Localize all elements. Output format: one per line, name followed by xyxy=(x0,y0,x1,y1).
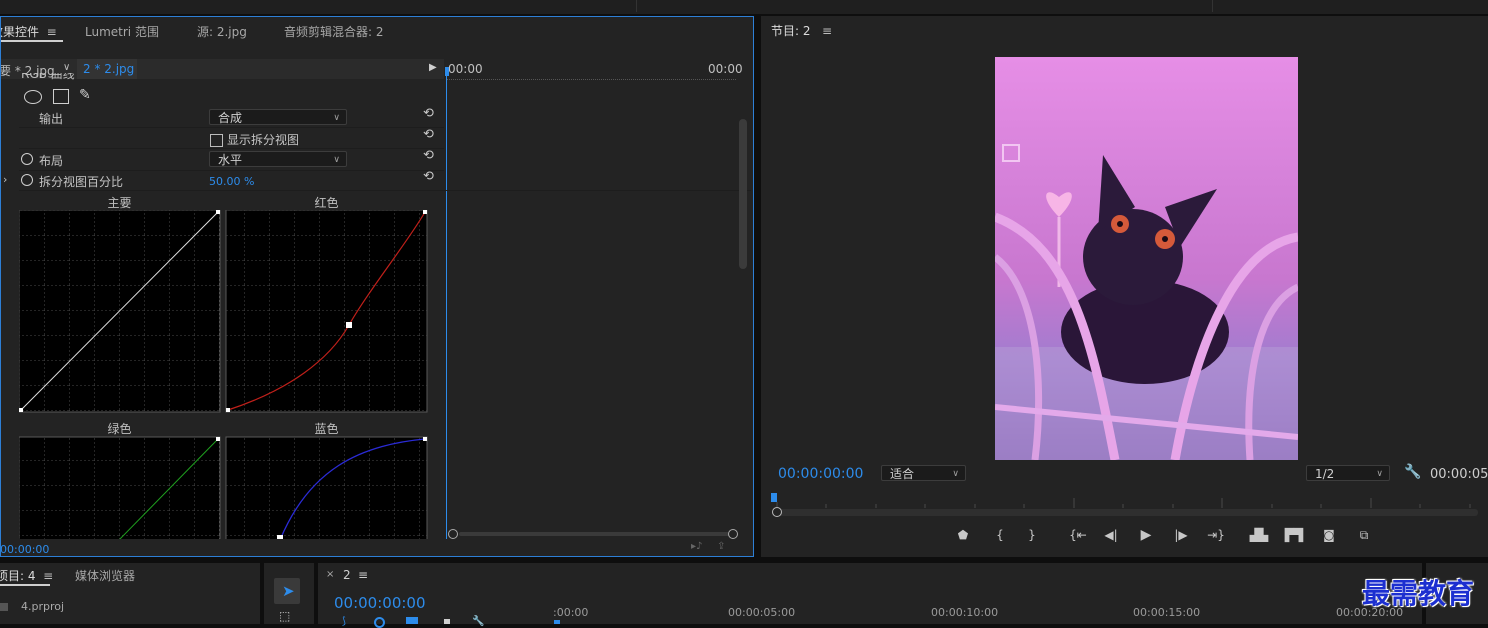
ruler-end: 00:00 xyxy=(708,62,743,76)
stopwatch-icon[interactable] xyxy=(21,174,33,186)
track-select-tool-icon[interactable]: ⬚ xyxy=(279,609,290,623)
mark-out-icon[interactable]: } xyxy=(1022,528,1042,542)
compare-view-icon[interactable]: ⧉ xyxy=(1354,528,1374,543)
linked-selection-icon[interactable] xyxy=(374,617,385,628)
mark-in-icon[interactable]: { xyxy=(990,528,1010,542)
playhead-line xyxy=(446,75,447,545)
selection-tool-button[interactable]: ➤ xyxy=(274,578,300,604)
marker-icon[interactable] xyxy=(444,619,450,624)
split-percent-label: 拆分视图百分比 xyxy=(39,175,124,189)
step-forward-icon[interactable]: |▶ xyxy=(1171,528,1191,542)
audio-only-icon[interactable]: ▸♪ xyxy=(691,541,702,552)
reset-icon[interactable]: ⟲ xyxy=(423,169,434,184)
camera-icon[interactable]: ◙ xyxy=(1319,528,1339,542)
rectangle-mask-icon[interactable] xyxy=(53,89,69,104)
bottom-bar: 00:00:00 ▸♪ ⇪ xyxy=(1,529,753,556)
effect-controls-panel: 效果控件 ≡ Lumetri 范围 源: 2.jpg 音频剪辑混合器: 2 主要… xyxy=(0,16,754,557)
extract-icon[interactable]: ▛▜ xyxy=(1284,528,1304,542)
program-video-frame[interactable] xyxy=(995,57,1298,460)
expand-chevron-icon[interactable]: › xyxy=(3,173,7,186)
sequence-name[interactable]: 2 xyxy=(343,568,351,582)
curve-graphs[interactable] xyxy=(19,210,429,540)
timeline-playhead[interactable] xyxy=(554,620,560,624)
program-zoom-bar[interactable] xyxy=(773,509,1478,516)
pen-mask-icon[interactable]: ✎ xyxy=(79,87,91,103)
top-strip xyxy=(0,0,1488,14)
project-file-name[interactable]: 4.prproj xyxy=(21,600,64,613)
section-header-rgb-curves[interactable]: RGB 曲线 xyxy=(7,73,77,81)
project-file-icon xyxy=(0,603,8,611)
scroll-start-handle[interactable] xyxy=(448,529,458,539)
sequence-timecode[interactable]: 00:00:00:00 xyxy=(334,594,426,612)
tab-effect-controls[interactable]: 效果控件 ≡ xyxy=(1,17,57,47)
horizontal-scrollbar[interactable] xyxy=(459,532,729,536)
stopwatch-icon[interactable] xyxy=(21,153,33,165)
wrench-icon[interactable]: 🔧 xyxy=(1404,464,1421,480)
lift-icon[interactable]: ▟▙ xyxy=(1249,528,1269,542)
play-triangle-icon[interactable]: ▶ xyxy=(429,62,437,73)
tab-lumetri-scopes[interactable]: Lumetri 范围 xyxy=(85,17,159,47)
program-monitor: 节目: 2 ≡ 00:00:00:00 适合 ∨ 1/2 ∨ 🔧 00:00:0… xyxy=(761,16,1488,557)
ruler-label: 00:00:15:00 xyxy=(1133,606,1201,619)
panel-menu-icon[interactable]: ≡ xyxy=(39,569,53,583)
split-view-label: 显示拆分视图 xyxy=(227,133,300,147)
split-percent-value[interactable]: 50.00 % xyxy=(209,175,254,188)
watermark-text: 最需教育 xyxy=(1362,577,1475,610)
layout-dropdown[interactable]: 水平 ∨ xyxy=(209,151,347,167)
tab-media-browser[interactable]: 媒体浏览器 xyxy=(75,563,135,589)
curve-title-red: 红色 xyxy=(314,196,339,210)
fit-dropdown[interactable]: 适合 ∨ xyxy=(881,465,966,481)
program-duration: 00:00:05 xyxy=(1430,467,1488,482)
program-title[interactable]: 节目: 2 ≡ xyxy=(771,16,832,46)
panel-menu-icon[interactable]: ≡ xyxy=(814,24,832,38)
step-back-icon[interactable]: ◀| xyxy=(1101,528,1121,542)
ruler-start: 00:00 xyxy=(448,62,483,76)
play-button[interactable]: ▶ xyxy=(1136,527,1156,543)
ellipse-mask-icon[interactable] xyxy=(24,90,42,104)
clip-current-tab[interactable]: 2 * 2.jpg xyxy=(77,59,137,79)
effect-timecode[interactable]: 00:00:00 xyxy=(1,543,49,556)
panel-menu-icon[interactable]: ≡ xyxy=(43,25,57,39)
ruler-label: 00:00:05:00 xyxy=(728,606,796,619)
add-marker-icon[interactable] xyxy=(406,617,418,624)
scroll-end-handle[interactable] xyxy=(728,529,738,539)
reset-icon[interactable]: ⟲ xyxy=(423,106,434,121)
add-marker-icon[interactable]: ⬟ xyxy=(953,528,973,542)
split-view-checkbox[interactable] xyxy=(210,134,223,147)
ruler-label: 00:00:10:00 xyxy=(931,606,999,619)
tab-audio-clip-mixer[interactable]: 音频剪辑混合器: 2 xyxy=(284,17,384,47)
program-timecode[interactable]: 00:00:00:00 xyxy=(778,466,863,482)
project-panel: 项目: 4 ≡ 媒体浏览器 4.prproj xyxy=(0,563,260,624)
export-icon[interactable]: ⇪ xyxy=(717,541,725,552)
snap-icon[interactable]: ⟆ xyxy=(342,616,346,627)
program-scrub-ruler[interactable] xyxy=(773,494,1478,508)
tools-panel: ➤ ⬚ xyxy=(264,563,314,624)
timeline-panel: × 2 ≡ 00:00:00:00 :00:00 00:00:05:00 00:… xyxy=(318,563,1422,628)
ruler-label: :00:00 xyxy=(553,606,589,619)
arrow-cursor-icon: ➤ xyxy=(282,582,295,600)
resolution-dropdown[interactable]: 1/2 ∨ xyxy=(1306,465,1390,481)
mini-timeline-ruler[interactable]: 00:00 00:00 xyxy=(446,59,751,80)
output-label: 输出 xyxy=(39,112,64,126)
layout-label: 布局 xyxy=(39,154,64,168)
tab-source[interactable]: 源: 2.jpg xyxy=(197,17,247,47)
go-to-in-icon[interactable]: {⇤ xyxy=(1068,528,1088,542)
reset-icon[interactable]: ⟲ xyxy=(423,148,434,163)
curve-title-master: 主要 xyxy=(107,196,132,210)
vertical-scrollbar[interactable] xyxy=(739,119,747,269)
chevron-down-icon[interactable]: ∨ xyxy=(63,62,70,73)
reset-icon[interactable]: ⟲ xyxy=(423,127,434,142)
output-dropdown[interactable]: 合成 ∨ xyxy=(209,109,347,125)
go-to-out-icon[interactable]: ⇥} xyxy=(1206,528,1226,542)
wrench-icon[interactable]: 🔧 xyxy=(472,616,484,627)
close-icon[interactable]: × xyxy=(326,569,334,580)
panel-menu-icon[interactable]: ≡ xyxy=(358,568,368,582)
zoom-handle[interactable] xyxy=(772,507,782,517)
program-playhead[interactable] xyxy=(771,493,777,502)
